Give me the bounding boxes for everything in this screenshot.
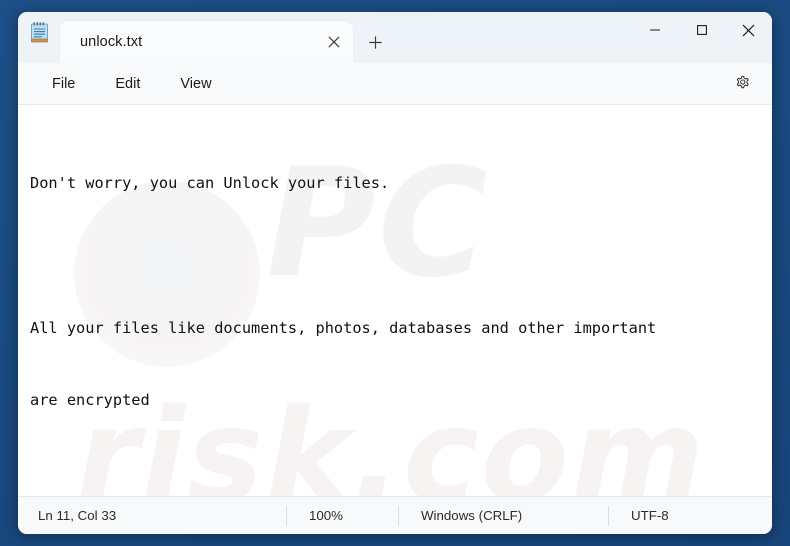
text-line: All your files like documents, photos, d…	[30, 318, 657, 337]
text-line: are encrypted	[30, 391, 150, 410]
maximize-button[interactable]	[678, 12, 725, 48]
plus-icon	[368, 35, 382, 49]
tab-unlock-txt[interactable]: unlock.txt	[60, 21, 353, 63]
menu-bar: File Edit View	[18, 63, 772, 104]
new-tab-button[interactable]	[355, 21, 395, 63]
text-line: Don't worry, you can Unlock your files.	[30, 174, 390, 193]
menu-item-view[interactable]: View	[168, 71, 223, 97]
minimize-button[interactable]	[631, 12, 678, 48]
notepad-window: unlock.txt File Edit View PC risk.com Do…	[18, 12, 772, 534]
settings-button[interactable]	[726, 69, 758, 99]
menu-item-file[interactable]: File	[40, 71, 87, 97]
maximize-icon	[696, 25, 707, 35]
menu-item-edit[interactable]: Edit	[103, 71, 152, 97]
desktop-background: unlock.txt File Edit View PC risk.com Do…	[0, 0, 790, 546]
text-line	[30, 460, 772, 484]
text-editor-area[interactable]: PC risk.com Don't worry, you can Unlock …	[18, 104, 772, 496]
tab-close-button[interactable]	[319, 28, 349, 56]
status-cursor-position: Ln 11, Col 33	[38, 508, 117, 523]
close-icon	[742, 24, 755, 36]
tab-title: unlock.txt	[80, 34, 143, 50]
close-window-button[interactable]	[725, 12, 772, 48]
minimize-icon	[649, 29, 660, 31]
status-encoding[interactable]: UTF-8	[608, 505, 687, 526]
title-bar[interactable]: unlock.txt	[18, 12, 772, 63]
ransom-note-text[interactable]: Don't worry, you can Unlock your files. …	[18, 105, 772, 496]
status-zoom-level[interactable]: 100%	[286, 505, 398, 526]
status-bar: Ln 11, Col 33 100% Windows (CRLF) UTF-8	[18, 496, 772, 534]
status-line-endings[interactable]: Windows (CRLF)	[398, 505, 608, 526]
gear-icon	[736, 75, 749, 89]
notepad-icon	[18, 12, 60, 63]
text-line	[30, 243, 772, 267]
close-icon	[328, 36, 340, 48]
window-controls	[631, 12, 772, 48]
